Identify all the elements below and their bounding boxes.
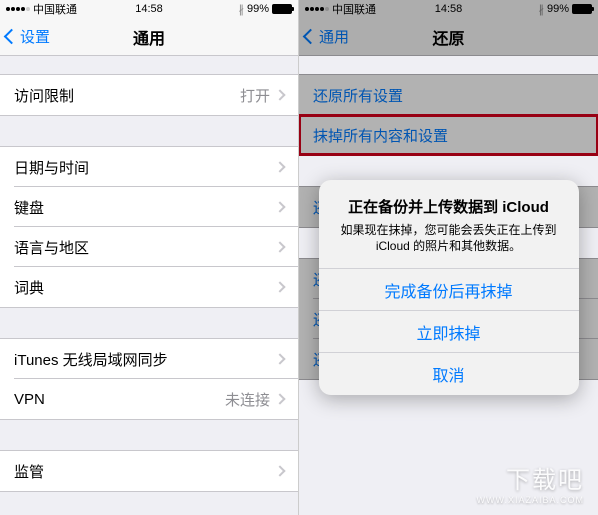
carrier-label: 中国联通 [332,1,376,17]
back-label: 设置 [20,26,50,47]
chevron-left-icon [303,29,319,45]
list-item-label: 监管 [14,461,276,482]
status-bar: 中国联通 14:58 ∦ 99% [299,0,598,18]
bluetooth-icon: ∦ [238,3,244,16]
list-item[interactable]: VPN未连接 [0,379,298,419]
battery-percent: 99% [247,3,269,15]
list-group: 监管 [0,450,298,492]
list-item-label: 语言与地区 [14,237,276,258]
carrier-label: 中国联通 [33,1,77,17]
battery-icon [272,4,292,14]
watermark: 下载吧 WWW.XIAZAIBA.COM [477,460,585,505]
list-item[interactable]: 访问限制打开 [0,75,298,115]
list-item-label: VPN [14,391,225,408]
list-item[interactable]: 日期与时间 [0,147,298,187]
battery-icon [572,4,592,14]
list-item[interactable]: 监管 [0,451,298,491]
back-button[interactable]: 通用 [305,26,349,47]
chevron-left-icon [4,29,20,45]
signal-dots [305,7,329,11]
alert-button-cancel[interactable]: 取消 [319,353,579,395]
list-item[interactable]: 语言与地区 [0,227,298,267]
list-item[interactable]: 键盘 [0,187,298,227]
battery-percent: 99% [547,3,569,15]
alert-dialog: 正在备份并上传数据到 iCloud 如果现在抹掉，您可能会丢失正在上传到 iCl… [319,180,579,395]
chevron-right-icon [274,89,285,100]
list-item[interactable]: 词典 [0,267,298,307]
back-button[interactable]: 设置 [6,26,50,47]
alert-message: 如果现在抹掉，您可能会丢失正在上传到 iCloud 的照片和其他数据。 [333,222,565,254]
screen-general: 中国联通 14:58 ∦ 99% 设置 通用 访问限制打开日期与时间键盘语言与地… [0,0,299,515]
chevron-right-icon [274,353,285,364]
chevron-right-icon [274,201,285,212]
alert-title: 正在备份并上传数据到 iCloud [333,196,565,217]
watermark-url: WWW.XIAZAIBA.COM [477,495,585,505]
list-group: 访问限制打开 [0,74,298,116]
list-item[interactable]: 还原所有设置 [299,75,598,115]
status-time: 14:58 [135,3,163,15]
list-group: 日期与时间键盘语言与地区词典 [0,146,298,308]
list-item-label: 抹掉所有内容和设置 [313,125,584,146]
list-group: iTunes 无线局域网同步 VPN未连接 [0,338,298,420]
watermark-text: 下载吧 [477,460,585,495]
list-group: 还原所有设置抹掉所有内容和设置 [299,74,598,156]
list-item-value: 打开 [240,85,270,106]
list-item[interactable]: iTunes 无线局域网同步 [0,339,298,379]
left-content: 访问限制打开日期与时间键盘语言与地区词典 iTunes 无线局域网同步 VPN未连接… [0,56,298,515]
nav-bar: 设置 通用 [0,18,298,56]
nav-title: 还原 [432,25,464,49]
nav-title: 通用 [133,25,165,49]
screen-reset: 中国联通 14:58 ∦ 99% 通用 还原 还原所有设置抹掉所有内容和设置还原… [299,0,598,515]
alert-button-erase-now[interactable]: 立即抹掉 [319,311,579,353]
status-bar: 中国联通 14:58 ∦ 99% [0,0,298,18]
list-item-label: 还原所有设置 [313,85,584,106]
list-item-label: iTunes 无线局域网同步 [14,349,276,370]
back-label: 通用 [319,26,349,47]
list-item-value: 未连接 [225,389,270,410]
list-item-label: 访问限制 [14,85,240,106]
signal-dots [6,7,30,11]
nav-bar: 通用 还原 [299,18,598,56]
chevron-right-icon [274,465,285,476]
list-item[interactable]: 抹掉所有内容和设置 [299,115,598,155]
list-item-label: 键盘 [14,197,276,218]
chevron-right-icon [274,241,285,252]
chevron-right-icon [274,281,285,292]
list-item-label: 日期与时间 [14,157,276,178]
chevron-right-icon [274,393,285,404]
alert-button-finish-backup[interactable]: 完成备份后再抹掉 [319,269,579,311]
bluetooth-icon: ∦ [538,3,544,16]
chevron-right-icon [274,161,285,172]
status-time: 14:58 [435,3,463,15]
list-item-label: 词典 [14,277,276,298]
